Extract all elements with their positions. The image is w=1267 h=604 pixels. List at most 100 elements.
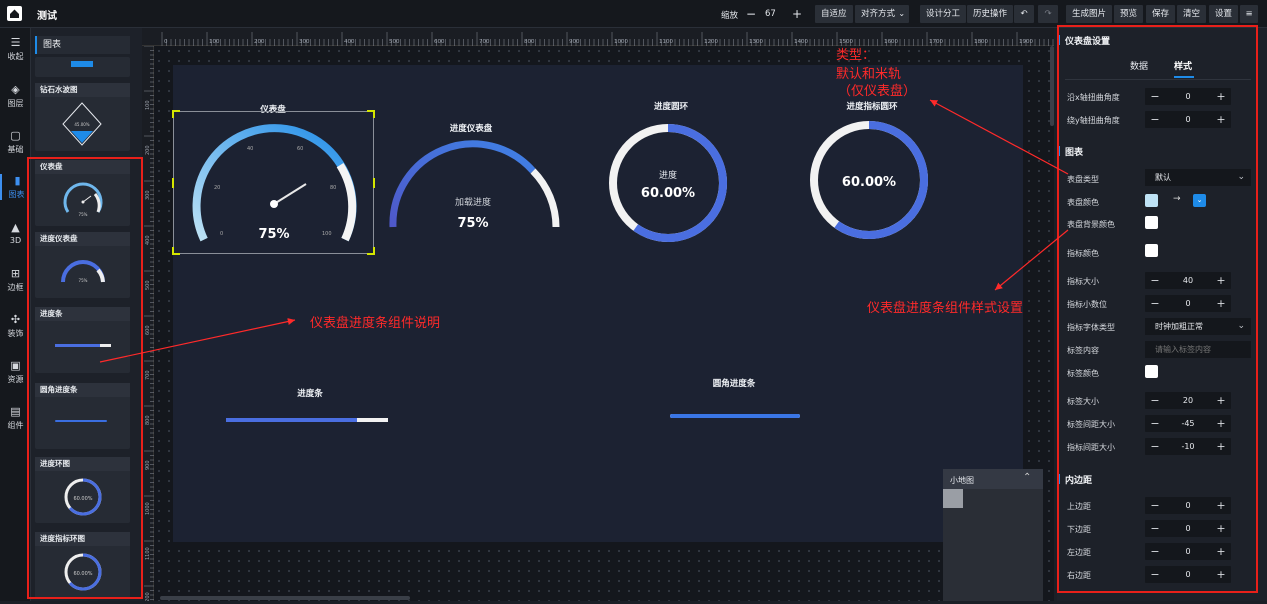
selection-handle[interactable]: [172, 110, 180, 118]
settings-button[interactable]: 设置: [1209, 5, 1239, 23]
nav-label: 图表: [8, 190, 25, 199]
ruler-vertical[interactable]: 100 200 300 400 500 600 700 800 900 1000 1100 1200: [142, 45, 154, 604]
undo-icon[interactable]: ↶: [1014, 5, 1034, 23]
ruler-label: 1000: [614, 39, 628, 45]
selection-handle[interactable]: [172, 247, 180, 255]
ruler-label: 500: [145, 280, 151, 290]
progress-gauge-value: 75%: [457, 216, 488, 231]
round-bar-title: 圆角进度条: [712, 379, 756, 389]
home-icon[interactable]: [7, 6, 22, 21]
history-button[interactable]: 历史操作: [967, 5, 1014, 23]
redo-icon[interactable]: ↷: [1038, 5, 1058, 23]
ruler-label: 500: [389, 39, 400, 45]
panel-heading: 图表: [35, 36, 130, 54]
gauge-tick: 80: [330, 185, 336, 191]
bar-title: 进度条: [297, 389, 323, 399]
progress-bar-widget[interactable]: [226, 418, 388, 422]
annotation-type-line3: （仅仪表盘）: [838, 84, 917, 99]
zoom-plus-button[interactable]: +: [789, 5, 805, 23]
nav-basic[interactable]: ▢ 基础: [0, 129, 31, 155]
minimap[interactable]: 小地图 ⌃: [943, 469, 1043, 601]
progress-gauge-title: 进度仪表盘: [449, 124, 493, 134]
round-progress-bar-widget[interactable]: [670, 414, 800, 418]
nav-label: 装饰: [7, 329, 24, 338]
nav-layers[interactable]: ◈ 图层: [0, 83, 31, 109]
selection-handle[interactable]: [172, 178, 174, 188]
ruler-label: 600: [434, 39, 445, 45]
ruler-label: 1600: [884, 39, 898, 45]
ruler-label: 400: [145, 235, 151, 245]
ruler-label: 800: [145, 415, 151, 425]
fit-button[interactable]: 自适应: [815, 5, 853, 23]
gauge-widget[interactable]: 0 20 40 60 80 100 75%: [172, 110, 375, 255]
chevron-up-icon[interactable]: ⌃: [1023, 472, 1031, 483]
save-button[interactable]: 保存: [1146, 5, 1176, 23]
round-progress-bar-fill: [670, 414, 800, 418]
ruler-label: 1100: [659, 39, 673, 45]
card-thumb: [71, 61, 93, 67]
progress-gauge-arc: [389, 140, 536, 228]
ruler-label: 100: [209, 39, 220, 45]
menu-icon[interactable]: ≡: [1240, 5, 1258, 23]
ruler-label: 400: [344, 39, 355, 45]
gauge-needle: [273, 183, 307, 205]
indicator-ring-title: 进度指标圆环: [846, 102, 898, 112]
ruler-label: 900: [145, 460, 151, 470]
vertical-scrollbar[interactable]: [1050, 46, 1054, 126]
layers-icon: ◈: [11, 83, 20, 96]
gauge-tick: 60: [297, 146, 303, 152]
ruler-label: 1100: [145, 547, 151, 560]
selection-handle[interactable]: [367, 247, 375, 255]
progress-bar-fill: [226, 418, 358, 422]
ruler-label: 1200: [145, 592, 151, 601]
annotation-component-note: 仪表盘进度条组件说明: [310, 316, 441, 331]
zoom-label: 缩放: [721, 11, 739, 21]
zoom-value[interactable]: 67: [765, 9, 776, 19]
gauge-tick: 0: [220, 231, 223, 237]
ruler-label: 700: [479, 39, 490, 45]
basic-icon: ▢: [10, 129, 21, 142]
ruler-label: 1900: [1019, 39, 1033, 45]
align-button[interactable]: 对齐方式 ⌄: [855, 5, 910, 23]
annotation-box-right: [1057, 25, 1258, 593]
progress-gauge-rest: [530, 168, 560, 228]
selection-handle[interactable]: [373, 178, 375, 188]
nav-label: 图层: [7, 99, 24, 108]
component-card-partial[interactable]: [35, 57, 130, 77]
ring-progress: [633, 124, 728, 242]
horizontal-scrollbar[interactable]: [160, 596, 410, 600]
gauge-arc-progress: [192, 124, 357, 242]
generate-image-button[interactable]: 生成图片: [1066, 5, 1113, 23]
chevron-down-icon: ⌄: [898, 9, 906, 18]
ring-value: 60.00%: [641, 186, 695, 201]
minimap-viewport[interactable]: [943, 489, 963, 508]
card-title: 钻石水波图: [35, 83, 130, 97]
annotation-type-note: 类型：: [836, 48, 876, 63]
ruler-label: 200: [254, 39, 265, 45]
diamond-caption: 45.00%: [74, 122, 89, 127]
nav-label: 收起: [7, 52, 24, 61]
preview-button[interactable]: 预览: [1114, 5, 1144, 23]
component-card-diamond[interactable]: 钻石水波图 45.00%: [35, 83, 130, 151]
indicator-ring-widget[interactable]: 60.00%: [809, 120, 929, 240]
ruler-label: 600: [145, 325, 151, 335]
ruler-label: 1700: [929, 39, 943, 45]
ruler-label: 0: [164, 39, 168, 45]
nav-label: 边框: [7, 283, 24, 292]
selection-handle[interactable]: [367, 110, 375, 118]
ruler-horizontal[interactable]: 0 100 200 300 400 500 600 700 800 900 1000 1100 1200…: [142, 28, 1063, 46]
collapse-icon: ☰: [10, 36, 21, 49]
minimap-title: 小地图: [950, 476, 974, 485]
ruler-label: 1000: [145, 502, 151, 515]
ruler-label: 300: [299, 39, 310, 45]
nav-label: 3D: [9, 236, 22, 245]
design-split-button[interactable]: 设计分工: [920, 5, 967, 23]
ruler-label: 1300: [749, 39, 763, 45]
nav-label: 组件: [7, 421, 24, 430]
ring-widget[interactable]: 进度 60.00%: [608, 123, 728, 243]
ruler-label: 800: [524, 39, 535, 45]
nav-collapse[interactable]: ☰ 收起: [0, 36, 31, 62]
clear-button[interactable]: 清空: [1177, 5, 1207, 23]
zoom-minus-button[interactable]: −: [743, 5, 759, 23]
progress-gauge-widget[interactable]: 加载进度 75%: [383, 135, 563, 235]
